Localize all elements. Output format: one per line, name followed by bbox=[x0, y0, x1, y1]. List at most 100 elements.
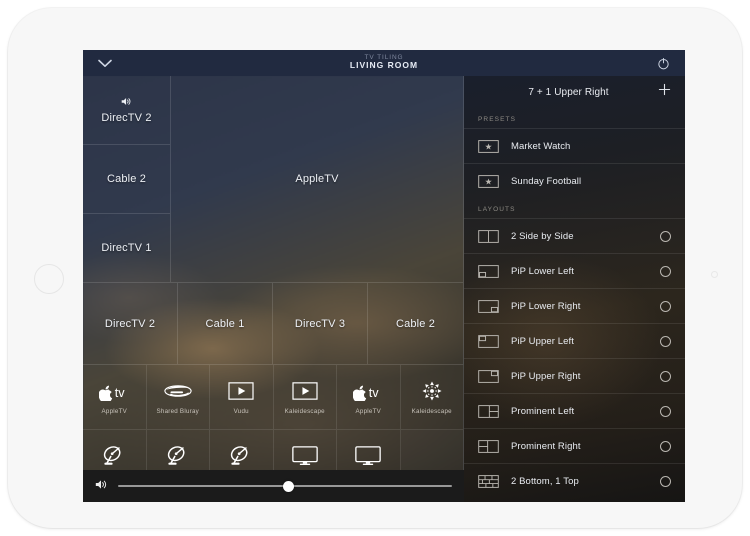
layout-radio[interactable] bbox=[660, 370, 671, 382]
layout-row[interactable]: 2 Bottom, 1 Top bbox=[464, 463, 685, 498]
source-label: AppleTV bbox=[101, 408, 127, 415]
tv-tile[interactable]: DirecTV 1 bbox=[83, 214, 171, 283]
play-rect-icon bbox=[292, 379, 318, 403]
preset-star-icon bbox=[478, 139, 508, 153]
apple-tv-icon: tv bbox=[99, 379, 129, 403]
layout-prominent-right-icon bbox=[478, 439, 508, 453]
layout-pip-lower-left-icon bbox=[478, 264, 508, 278]
layout-2-bottom-1-top-icon bbox=[478, 474, 508, 488]
layout-label: PiP Lower Right bbox=[511, 300, 581, 312]
layout-row[interactable]: PiP Upper Right bbox=[464, 358, 685, 393]
play-rect-icon bbox=[228, 379, 254, 403]
source-button[interactable]: tv AppleTV bbox=[337, 365, 401, 430]
screen-title-block: TV TILING LIVING ROOM bbox=[127, 54, 641, 72]
preset-label: Sunday Football bbox=[511, 175, 582, 187]
satellite-dish-icon bbox=[229, 444, 253, 468]
satellite-dish-icon bbox=[102, 444, 126, 468]
layout-radio[interactable] bbox=[660, 440, 671, 452]
tv-tile[interactable]: Cable 1 bbox=[178, 283, 273, 365]
home-button[interactable] bbox=[34, 264, 64, 294]
layout-pip-upper-right-icon bbox=[478, 369, 508, 383]
ipad-device-frame: TV TILING LIVING ROOM DirecTV 2 Cable 2 Di… bbox=[8, 8, 742, 528]
speaker-icon bbox=[121, 97, 132, 109]
tv-tile[interactable]: DirecTV 3 bbox=[273, 283, 368, 365]
layout-radio[interactable] bbox=[660, 405, 671, 417]
tv-tile-label: Cable 1 bbox=[205, 317, 245, 330]
volume-bar bbox=[83, 470, 464, 502]
source-row-primary: tv AppleTV Shared Bluray Vudu Kaleidescape tv… bbox=[83, 365, 464, 430]
preset-row[interactable]: Sunday Football bbox=[464, 163, 685, 198]
layout-pip-lower-right-icon bbox=[478, 299, 508, 313]
layout-pip-upper-left-icon bbox=[478, 334, 508, 348]
top-bar: TV TILING LIVING ROOM bbox=[83, 50, 685, 76]
layout-row[interactable]: 2 Side by Side bbox=[464, 218, 685, 253]
current-preset-header: 7 + 1 Upper Right bbox=[464, 76, 685, 108]
preset-row[interactable]: Market Watch bbox=[464, 128, 685, 163]
front-camera bbox=[711, 271, 718, 278]
layouts-list: 2 Side by Side PiP Lower Left PiP Lower Ri… bbox=[464, 218, 685, 498]
source-label: Shared Bluray bbox=[156, 408, 199, 415]
tv-monitor-icon bbox=[355, 444, 382, 468]
source-button[interactable]: Kaleidescape bbox=[400, 365, 464, 430]
source-button[interactable]: Kaleidescape bbox=[273, 365, 337, 430]
layout-radio[interactable] bbox=[660, 300, 671, 312]
layout-radio[interactable] bbox=[660, 335, 671, 347]
layout-row[interactable]: Prominent Left bbox=[464, 393, 685, 428]
presets-list: Market Watch Sunday Football bbox=[464, 128, 685, 198]
volume-slider-thumb[interactable] bbox=[282, 480, 294, 492]
source-label: Kaleidescape bbox=[411, 408, 452, 415]
source-label: Kaleidescape bbox=[284, 408, 325, 415]
tv-tile[interactable]: AppleTV bbox=[171, 76, 464, 283]
app-screen: TV TILING LIVING ROOM DirecTV 2 Cable 2 Di… bbox=[83, 50, 685, 502]
layout-label: Prominent Right bbox=[511, 440, 581, 452]
tv-tile[interactable]: DirecTV 2 bbox=[83, 76, 171, 145]
source-label: AppleTV bbox=[355, 408, 381, 415]
tv-tiling-pane: DirecTV 2 Cable 2 DirecTV 1 AppleTV DirecTV … bbox=[83, 76, 464, 502]
source-label: Vudu bbox=[233, 408, 249, 415]
layout-label: 2 Side by Side bbox=[511, 230, 574, 242]
volume-slider[interactable] bbox=[118, 480, 452, 492]
layout-radio[interactable] bbox=[660, 230, 671, 242]
add-preset-button[interactable] bbox=[655, 83, 673, 101]
kaleidescape-icon bbox=[421, 379, 443, 403]
chevron-down-icon[interactable] bbox=[83, 50, 127, 76]
tv-tile-label: DirecTV 3 bbox=[294, 317, 346, 330]
tv-tile-label: DirecTV 2 bbox=[104, 317, 156, 330]
source-button[interactable]: Shared Bluray bbox=[146, 365, 210, 430]
apple-tv-icon: tv bbox=[353, 379, 383, 403]
tv-tile[interactable]: Cable 2 bbox=[368, 283, 464, 365]
bluray-icon bbox=[164, 379, 192, 403]
tv-tile-label: Cable 2 bbox=[396, 317, 435, 330]
current-preset-name: 7 + 1 Upper Right bbox=[528, 86, 609, 98]
tv-tile[interactable]: DirecTV 2 bbox=[83, 283, 178, 365]
source-button[interactable]: Vudu bbox=[210, 365, 274, 430]
layout-row[interactable]: PiP Upper Left bbox=[464, 323, 685, 358]
layout-2-side-by-side-icon bbox=[478, 229, 508, 243]
layout-label: Prominent Left bbox=[511, 405, 575, 417]
layout-label: PiP Upper Right bbox=[511, 370, 581, 382]
tv-tile[interactable]: Cable 2 bbox=[83, 145, 171, 214]
layout-label: PiP Upper Left bbox=[511, 335, 575, 347]
power-icon[interactable] bbox=[641, 50, 685, 76]
page-title: LIVING ROOM bbox=[349, 60, 419, 71]
tv-tile-label: Cable 2 bbox=[107, 173, 146, 185]
tv-tile-label: DirecTV 2 bbox=[101, 111, 152, 124]
source-button[interactable]: tv AppleTV bbox=[83, 365, 147, 430]
preset-label: Market Watch bbox=[511, 140, 571, 152]
layout-row[interactable]: PiP Lower Right bbox=[464, 288, 685, 323]
layout-radio[interactable] bbox=[660, 475, 671, 487]
layout-radio[interactable] bbox=[660, 265, 671, 277]
svg-text:tv: tv bbox=[369, 386, 380, 400]
tv-tile-label: AppleTV bbox=[295, 173, 339, 185]
layout-prominent-left-icon bbox=[478, 404, 508, 418]
layout-row[interactable]: PiP Lower Left bbox=[464, 253, 685, 288]
speaker-icon[interactable] bbox=[95, 477, 108, 495]
layouts-section-label: LAYOUTS bbox=[478, 206, 516, 213]
presets-section-label: PRESETS bbox=[478, 116, 517, 123]
tv-tile-label: DirecTV 1 bbox=[101, 242, 152, 254]
tv-monitor-icon bbox=[291, 444, 318, 468]
layout-label: 2 Bottom, 1 Top bbox=[511, 475, 579, 487]
layout-row[interactable]: Prominent Right bbox=[464, 428, 685, 463]
svg-text:tv: tv bbox=[115, 386, 126, 400]
satellite-dish-icon bbox=[166, 444, 190, 468]
